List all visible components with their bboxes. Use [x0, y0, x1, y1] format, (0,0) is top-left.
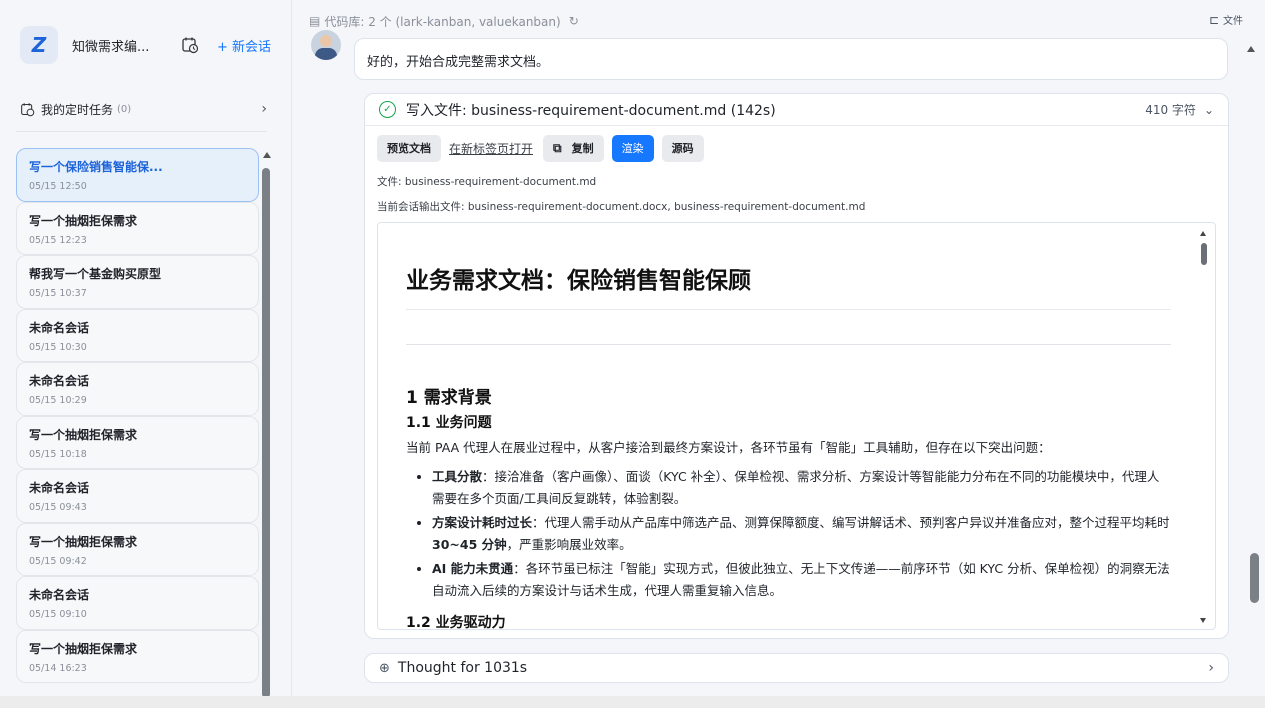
scroll-up-arrow-icon[interactable]	[263, 152, 271, 158]
preview-scrollbar-thumb[interactable]	[1201, 243, 1207, 265]
session-title: 写一个抽烟拒保需求	[29, 213, 138, 228]
scheduled-task-icon[interactable]	[181, 36, 199, 54]
session-time: 05/15 09:43	[29, 502, 87, 513]
tool-result-header[interactable]: ✓ 写入文件: business-requirement-document.md…	[365, 94, 1228, 126]
copy-icon: ⧉	[553, 140, 562, 155]
chevron-right-icon: ›	[261, 101, 267, 117]
session-item[interactable]: 写一个抽烟拒保需求 05/14 16:23	[16, 629, 259, 683]
session-time: 05/14 16:23	[29, 662, 87, 674]
doc-action-bar: 预览文档 在新标签页打开 ⧉ 复制 渲染 源码	[377, 134, 712, 162]
divider	[406, 344, 1171, 345]
session-item[interactable]: 未命名会话 05/15 09:43	[16, 469, 259, 523]
scroll-down-arrow-icon[interactable]	[1200, 618, 1206, 623]
doc-intro: 当前 PAA 代理人在展业过程中，从客户接洽到最终方案设计，各环节虽有「智能」工…	[406, 440, 1051, 455]
rendered-document: 业务需求文档：保险销售智能保顾 1 需求背景 1.1 业务问题 当前 PAA 代…	[406, 223, 1171, 630]
session-title: 写一个抽烟拒保需求	[29, 641, 138, 656]
scheduled-tasks-label: 我的定时任务	[41, 102, 114, 117]
session-item[interactable]: 未命名会话 05/15 10:29	[16, 362, 259, 416]
doc-bullet-item: AI 能力未贯通：各环节虽已标注「智能」实现方式，但彼此独立、无上下文传递——前…	[432, 558, 1171, 602]
scheduled-task-icon	[21, 102, 35, 116]
session-item[interactable]: 写一个抽烟拒保需求 05/15 09:42	[16, 522, 259, 576]
file-path-line: 文件: business-requirement-document.md	[377, 176, 597, 188]
doc-bullet-list: 工具分散：接洽准备（客户画像）、面谈（KYC 补全）、保单检视、需求分析、方案设…	[406, 466, 1171, 602]
scheduled-tasks-count: (0)	[117, 103, 132, 115]
app-name: 知微需求编...	[72, 39, 150, 55]
session-item[interactable]: 写一个保险销售智能保... 05/15 12:50	[16, 148, 259, 202]
bottom-strip	[0, 696, 1265, 708]
session-item[interactable]: 未命名会话 05/15 10:30	[16, 308, 259, 362]
brain-icon: ⊕	[379, 660, 390, 676]
repo-icon: ▤	[309, 14, 321, 28]
copy-button[interactable]: ⧉ 复制	[543, 134, 604, 162]
main-scrollbar-thumb[interactable]	[1250, 553, 1259, 603]
doc-heading-driver: 1.2 业务驱动力	[406, 615, 506, 630]
repo-text: 代码库: 2 个 (lark-kanban, valuekanban)	[324, 14, 561, 29]
session-list: 写一个保险销售智能保... 05/15 12:50 写一个抽烟拒保需求 05/15 1…	[16, 148, 259, 696]
scrollbar-thumb[interactable]	[262, 168, 270, 698]
open-new-tab-link[interactable]: 在新标签页打开	[449, 140, 533, 157]
check-circle-icon: ✓	[379, 101, 396, 118]
assistant-message: 好的，开始合成完整需求文档。	[354, 38, 1228, 80]
session-time: 05/15 10:30	[29, 341, 87, 353]
new-chat-button[interactable]: + 新会话	[217, 36, 271, 55]
session-item[interactable]: 写一个抽烟拒保需求 05/15 10:18	[16, 415, 259, 469]
session-time: 05/15 09:42	[29, 555, 87, 567]
session-title: 未命名会话	[29, 374, 90, 388]
scroll-up-arrow-icon[interactable]	[1200, 231, 1206, 236]
refresh-icon[interactable]: ↻	[569, 14, 579, 28]
doc-heading-background: 1 需求背景	[406, 388, 492, 408]
document-preview: 业务需求文档：保险销售智能保顾 1 需求背景 1.1 业务问题 当前 PAA 代…	[377, 222, 1216, 630]
files-button[interactable]: ⊏ 文件	[1208, 12, 1243, 28]
sidebar-scrollbar[interactable]	[261, 148, 271, 698]
session-time: 05/15 10:18	[29, 448, 87, 460]
doc-bullet-item: 工具分散：接洽准备（客户画像）、面谈（KYC 补全）、保单检视、需求分析、方案设…	[432, 466, 1171, 510]
file-tree-icon: ⊏	[1208, 12, 1219, 27]
app-logo: Z	[20, 26, 58, 64]
session-title: 未命名会话	[29, 320, 90, 335]
tool-result-card: ✓ 写入文件: business-requirement-document.md…	[364, 93, 1229, 639]
session-time: 05/15 09:10	[29, 609, 87, 620]
doc-bullet-item: 方案设计耗时过长：代理人需手动从产品库中筛选产品、测算保障额度、编写讲解话术、预…	[432, 512, 1171, 556]
doc-title: 业务需求文档：保险销售智能保顾	[406, 261, 1171, 310]
session-item[interactable]: 帮我写一个基金购买原型 05/15 10:37	[16, 255, 259, 309]
chevron-right-icon: ›	[1208, 660, 1214, 676]
session-title: 写一个抽烟拒保需求	[29, 427, 138, 442]
session-time: 05/15 12:23	[29, 234, 87, 246]
output-files-line: 当前会话输出文件: business-requirement-document.…	[377, 201, 866, 213]
session-item[interactable]: 未命名会话 05/15 09:10	[16, 576, 259, 630]
session-time: 05/15 10:29	[29, 395, 87, 406]
chevron-down-icon: ⌄	[1203, 103, 1214, 117]
render-button[interactable]: 渲染	[611, 134, 654, 162]
session-title: 帮我写一个基金购买原型	[29, 267, 162, 281]
session-item[interactable]: 写一个抽烟拒保需求 05/15 12:23	[16, 201, 259, 255]
divider	[16, 131, 267, 132]
session-title: 未命名会话	[29, 481, 90, 495]
session-title: 写一个抽烟拒保需求	[29, 534, 138, 549]
repo-bar: ▤ 代码库: 2 个 (lark-kanban, valuekanban) ↻	[309, 12, 579, 30]
sidebar: Z 知微需求编... + 新会话 我的定时任务 (0) › 写一个保险销售智能保…	[0, 0, 292, 698]
doc-heading-problem: 1.1 业务问题	[406, 415, 492, 431]
char-count: 410 字符 ⌄	[1145, 103, 1214, 117]
assistant-avatar	[311, 30, 341, 60]
tool-title: 写入文件: business-requirement-document.md (…	[406, 102, 776, 119]
thought-collapsible[interactable]: ⊕ Thought for 1031s ›	[364, 653, 1229, 683]
scheduled-tasks-row[interactable]: 我的定时任务 (0) ›	[20, 98, 267, 120]
chat-main: ▤ 代码库: 2 个 (lark-kanban, valuekanban) ↻ …	[293, 0, 1265, 696]
preview-doc-button[interactable]: 预览文档	[377, 134, 441, 162]
session-time: 05/15 10:37	[29, 288, 87, 299]
session-time: 05/15 12:50	[29, 181, 87, 192]
files-label: 文件	[1223, 16, 1243, 27]
sidebar-header: Z 知微需求编... + 新会话	[20, 25, 271, 65]
session-title: 未命名会话	[29, 588, 90, 602]
source-button[interactable]: 源码	[661, 134, 704, 162]
scroll-up-arrow-icon[interactable]	[1247, 46, 1255, 52]
session-title: 写一个保险销售智能保...	[29, 160, 163, 174]
thought-label: Thought for 1031s	[397, 660, 528, 676]
